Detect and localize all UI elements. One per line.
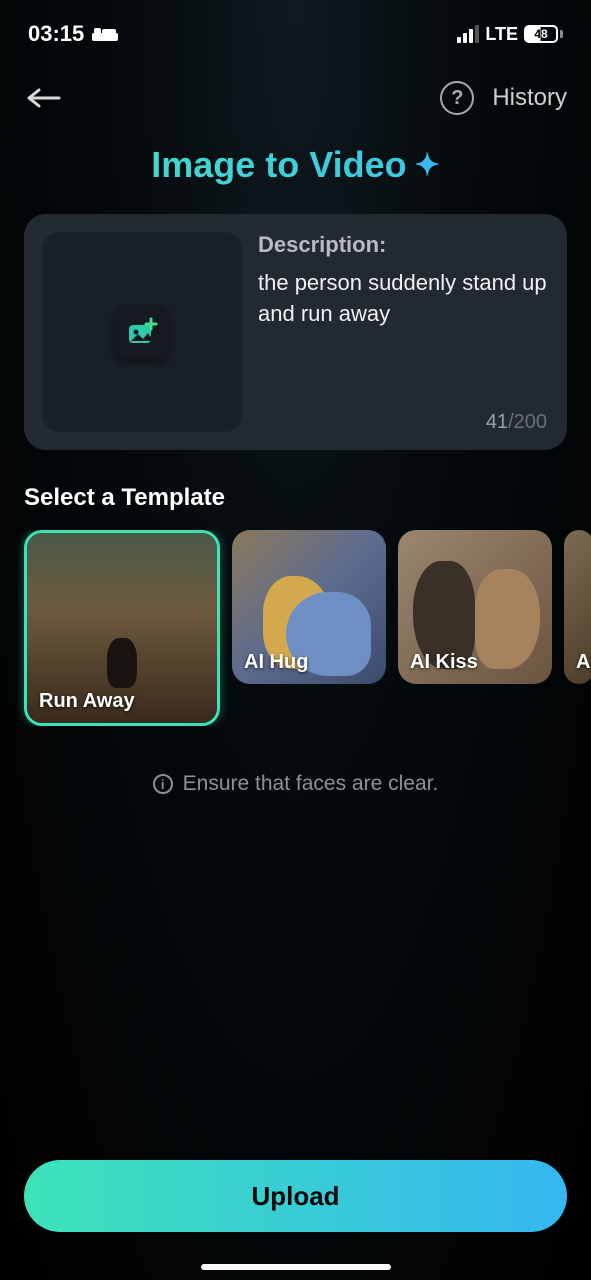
page-title: Image to Video ✦	[0, 144, 591, 186]
template-ai-hug[interactable]: AI Hug	[232, 530, 386, 684]
template-row[interactable]: Run Away AI Hug AI Kiss AI	[0, 530, 591, 726]
back-button[interactable]	[24, 78, 64, 118]
templates-heading: Select a Template	[24, 484, 567, 512]
top-nav: ? History	[0, 54, 591, 128]
sparkle-icon: ✦	[415, 148, 440, 183]
char-count: 41/200	[486, 411, 547, 434]
image-upload-slot[interactable]	[42, 232, 242, 432]
status-right: LTE 48	[457, 24, 563, 45]
status-bar: 03:15 LTE 48	[0, 0, 591, 54]
template-label: AI Kiss	[410, 651, 478, 674]
template-partial[interactable]: AI	[564, 530, 591, 684]
add-image-icon	[115, 305, 169, 359]
description-label: Description:	[258, 232, 549, 258]
hint-text: Ensure that faces are clear.	[183, 772, 439, 796]
info-icon: i	[153, 774, 173, 794]
battery-icon: 48	[524, 25, 563, 43]
upload-button[interactable]: Upload	[24, 1160, 567, 1232]
bed-icon	[92, 25, 118, 43]
template-label: Run Away	[39, 690, 135, 713]
hint-row: i Ensure that faces are clear.	[0, 772, 591, 796]
template-run-away[interactable]: Run Away	[24, 530, 220, 726]
home-indicator[interactable]	[201, 1264, 391, 1270]
description-card: Description: the person suddenly stand u…	[24, 214, 567, 450]
template-label: AI Hug	[244, 651, 308, 674]
network-label: LTE	[485, 24, 518, 45]
description-input[interactable]: the person suddenly stand up and run awa…	[258, 268, 549, 330]
status-time: 03:15	[28, 21, 84, 47]
history-link[interactable]: History	[492, 84, 567, 112]
status-left: 03:15	[28, 21, 118, 47]
help-button[interactable]: ?	[440, 81, 474, 115]
template-ai-kiss[interactable]: AI Kiss	[398, 530, 552, 684]
template-label: AI	[576, 651, 591, 674]
signal-icon	[457, 25, 479, 43]
